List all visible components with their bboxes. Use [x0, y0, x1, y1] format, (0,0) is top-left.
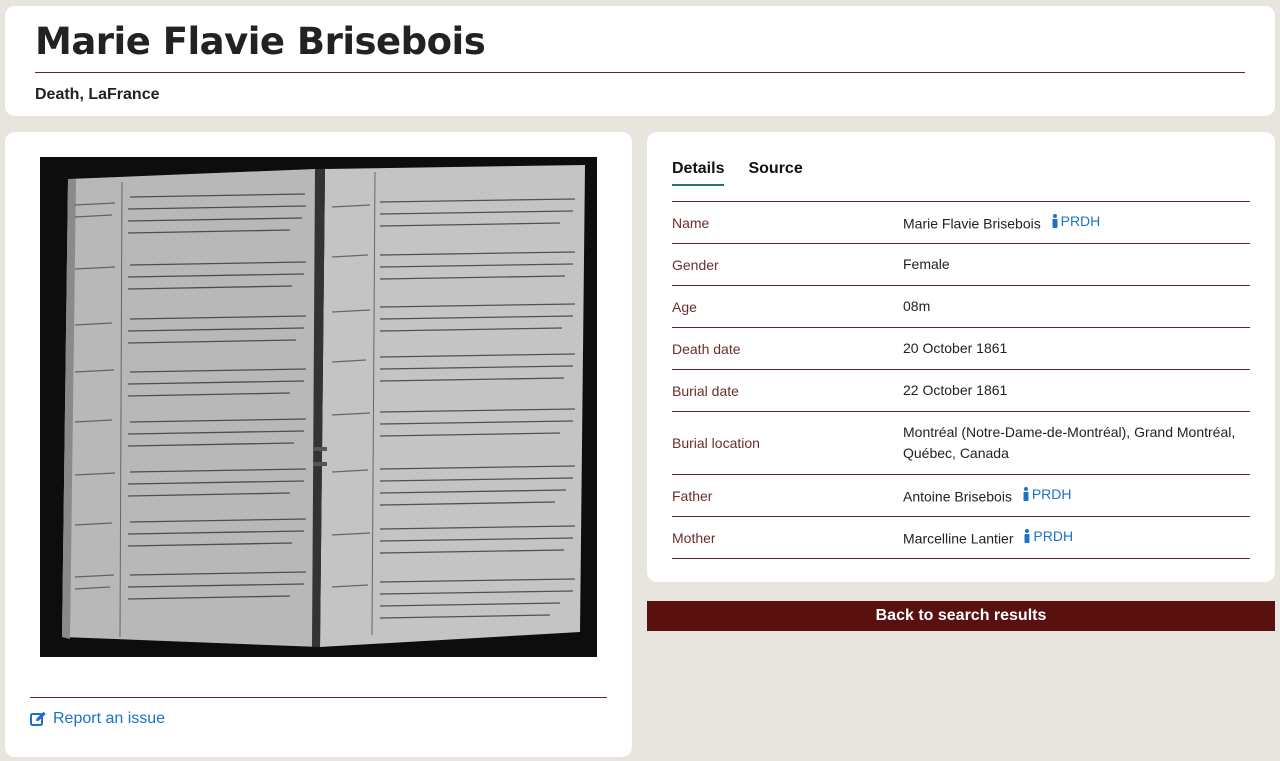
register-page-illustration	[40, 157, 597, 657]
row-label: Name	[672, 214, 710, 231]
mother-value: Marcelline Lantier	[903, 530, 1014, 547]
divider	[35, 72, 1245, 73]
details-row-age: Age 08m	[672, 286, 1250, 328]
person-icon	[1024, 529, 1030, 544]
details-row-gender: Gender Female	[672, 244, 1250, 286]
row-label: Burial location	[672, 435, 760, 451]
details-table: Name Marie Flavie Brisebois PRDH Gender …	[672, 201, 1250, 559]
row-value: Marcelline Lantier PRDH	[903, 526, 1250, 550]
prdh-label: PRDH	[1060, 212, 1101, 229]
prdh-link[interactable]: PRDH	[1023, 526, 1073, 547]
person-icon	[1052, 214, 1058, 229]
details-row-burial-location: Burial location Montréal (Notre-Dame-de-…	[672, 412, 1250, 475]
row-value: 08m	[903, 298, 931, 314]
prdh-label: PRDH	[1033, 527, 1074, 544]
report-issue-label: Report an issue	[53, 710, 166, 727]
details-row-death-date: Death date 20 October 1861	[672, 328, 1250, 370]
page-title: Marie Flavie Brisebois	[35, 20, 486, 63]
edit-icon	[30, 711, 46, 726]
row-value: 20 October 1861	[903, 340, 1008, 356]
report-issue-link[interactable]: Report an issue	[30, 710, 165, 728]
row-value: Marie Flavie Brisebois PRDH	[903, 211, 1250, 235]
row-label: Death date	[672, 340, 741, 357]
header-card: Marie Flavie Brisebois Death, LaFrance	[5, 6, 1275, 116]
details-card: Details Source Name Marie Flavie Brisebo…	[647, 132, 1275, 582]
row-value: Antoine Brisebois PRDH	[903, 484, 1250, 508]
details-row-burial-date: Burial date 22 October 1861	[672, 370, 1250, 412]
back-to-search-button[interactable]: Back to search results	[647, 601, 1275, 631]
tab-details[interactable]: Details	[672, 160, 725, 186]
person-icon	[1023, 487, 1029, 502]
record-type-subtitle: Death, LaFrance	[35, 86, 160, 103]
row-label: Mother	[672, 529, 716, 546]
details-row-mother: Mother Marcelline Lantier PRDH	[672, 517, 1250, 559]
prdh-link[interactable]: PRDH	[1022, 484, 1072, 505]
tab-source[interactable]: Source	[748, 160, 802, 186]
image-card: Report an issue	[5, 132, 632, 757]
row-value: Montréal (Notre-Dame-de-Montréal), Grand…	[903, 424, 1236, 461]
prdh-link[interactable]: PRDH	[1051, 211, 1101, 232]
details-row-father: Father Antoine Brisebois PRDH	[672, 475, 1250, 517]
tab-bar: Details Source	[672, 160, 803, 186]
prdh-label: PRDH	[1031, 485, 1072, 502]
details-row-name: Name Marie Flavie Brisebois PRDH	[672, 202, 1250, 244]
register-page-image[interactable]	[40, 157, 597, 657]
row-label: Burial date	[672, 382, 739, 399]
row-label: Gender	[672, 256, 719, 273]
name-value: Marie Flavie Brisebois	[903, 215, 1041, 232]
row-label: Age	[672, 298, 697, 315]
father-value: Antoine Brisebois	[903, 488, 1012, 505]
row-value: Female	[903, 256, 950, 272]
row-value: 22 October 1861	[903, 382, 1008, 398]
divider	[30, 697, 607, 698]
row-label: Father	[672, 487, 713, 504]
